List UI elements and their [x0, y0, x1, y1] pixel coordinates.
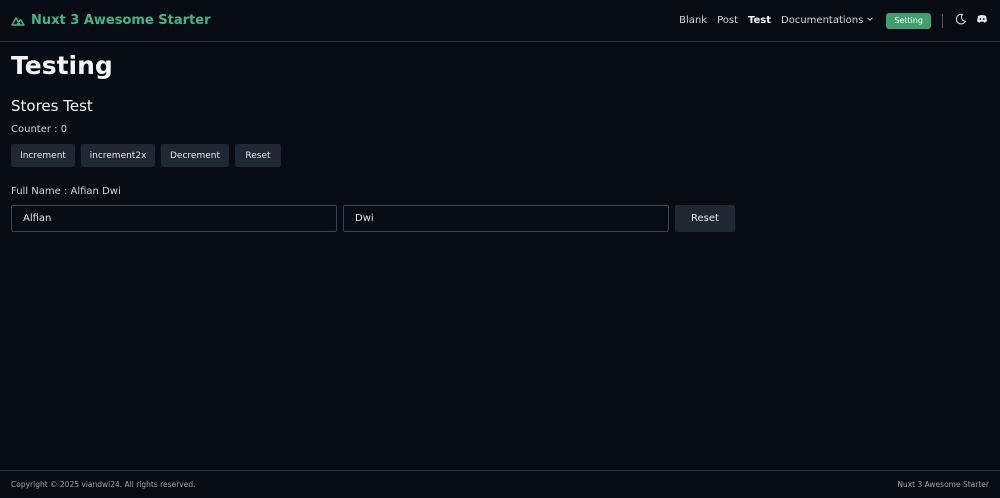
main-nav: Blank Post Test Documentations Setting: [679, 12, 989, 29]
theme-toggle-button[interactable]: [954, 13, 968, 28]
brand-link[interactable]: Nuxt 3 Awesome Starter: [11, 13, 210, 28]
counter-text: Counter : 0: [11, 124, 68, 135]
discord-icon: [976, 14, 988, 27]
page-title: Testing: [11, 51, 113, 80]
nav-link-test[interactable]: Test: [748, 15, 771, 26]
nav-divider: [942, 13, 943, 28]
last-name-input[interactable]: [343, 205, 669, 232]
name-reset-button[interactable]: Reset: [675, 205, 735, 232]
nav-link-blank[interactable]: Blank: [679, 15, 707, 26]
main-content: Testing Stores Test Counter : 0 Incremen…: [11, 50, 735, 232]
footer: Copyright © 2025 viandwi24. All rights r…: [0, 470, 1000, 498]
brand-name: Nuxt 3 Awesome Starter: [31, 13, 211, 28]
section-title: Stores Test: [11, 97, 93, 115]
moon-icon: [955, 13, 967, 28]
discord-link[interactable]: [975, 14, 989, 28]
footer-app-name: Nuxt 3 Awesome Starter: [897, 480, 989, 489]
documentations-label: Documentations: [781, 15, 864, 26]
first-name-input[interactable]: [11, 205, 337, 232]
setting-button[interactable]: Setting: [886, 12, 931, 29]
name-input-row: Reset: [11, 205, 735, 232]
documentations-dropdown[interactable]: Documentations: [781, 15, 874, 26]
full-name-text: Full Name : Alfian Dwi: [11, 186, 121, 197]
nuxt-logo-icon: [11, 16, 25, 26]
counter-reset-button[interactable]: Reset: [235, 144, 281, 167]
chevron-down-icon: [866, 15, 874, 26]
nav-link-post[interactable]: Post: [717, 15, 738, 26]
top-navbar: Nuxt 3 Awesome Starter Blank Post Test D…: [0, 0, 1000, 42]
counter-button-row: Increment increment2x Decrement Reset: [11, 144, 735, 167]
decrement-button[interactable]: Decrement: [161, 144, 229, 167]
copyright-text: Copyright © 2025 viandwi24. All rights r…: [11, 480, 196, 489]
increment-button[interactable]: Increment: [11, 144, 75, 167]
increment2x-button[interactable]: increment2x: [81, 144, 155, 167]
